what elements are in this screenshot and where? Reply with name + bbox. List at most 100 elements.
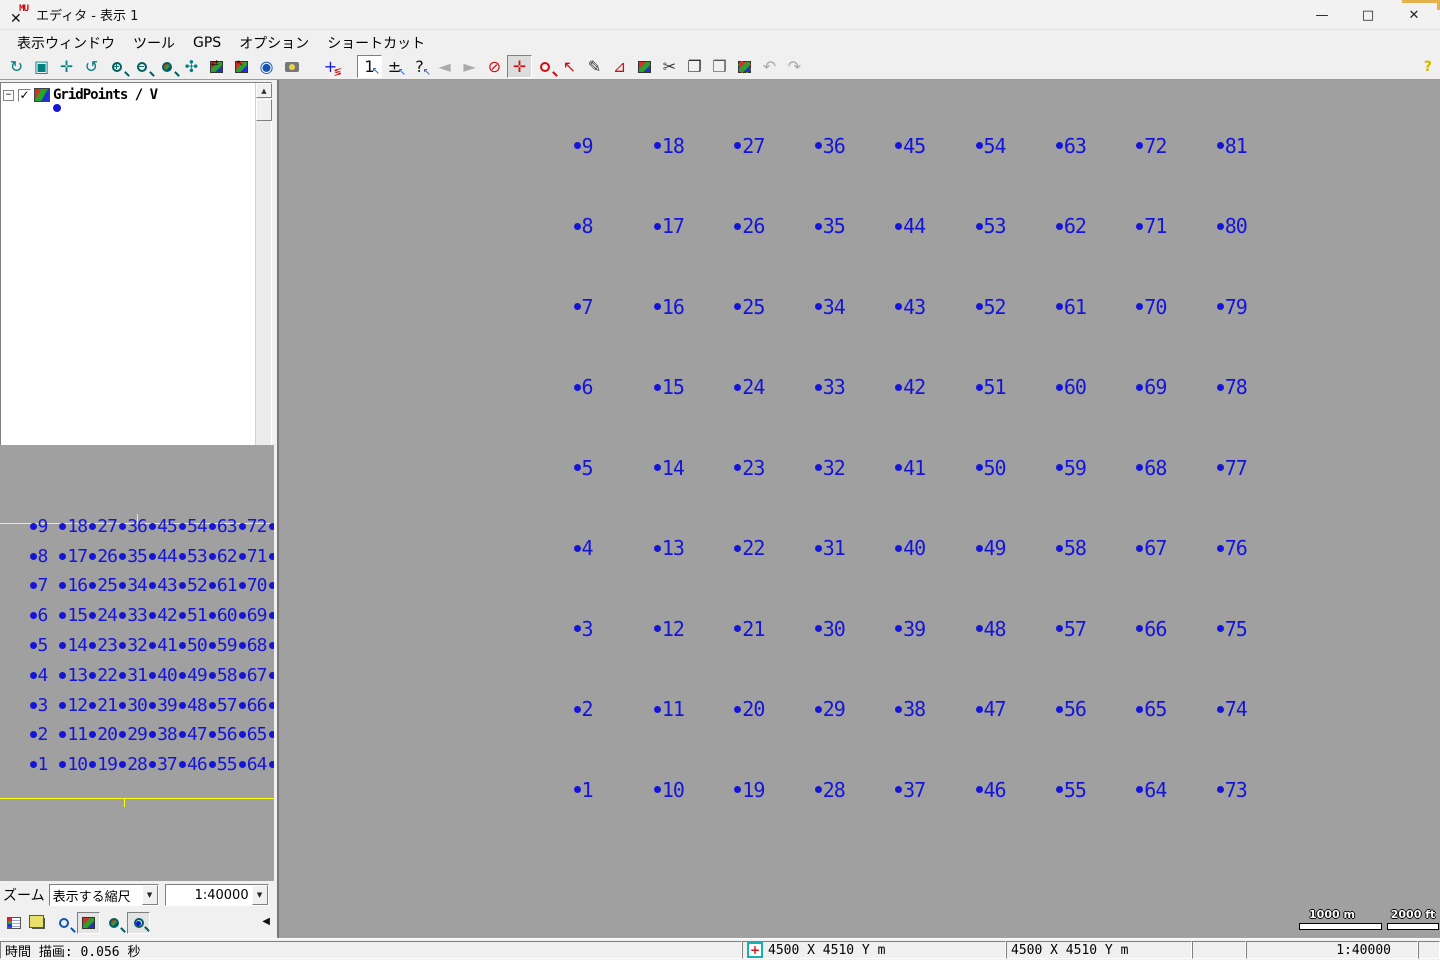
maximize-button[interactable]: □ xyxy=(1345,0,1391,30)
point-dot xyxy=(895,142,902,149)
zoom-in-button[interactable]: + xyxy=(104,55,129,78)
grid-point-9: 9 xyxy=(30,516,48,537)
back-button[interactable]: ◄ xyxy=(432,55,457,78)
point-number: 70 xyxy=(1144,295,1166,319)
zoom-window-button[interactable]: ▣ xyxy=(29,55,54,78)
image-map-button[interactable] xyxy=(632,55,657,78)
grid-point-10: 10 xyxy=(654,778,684,802)
scroll-up-icon[interactable]: ▲ xyxy=(256,83,272,98)
menu-item-0[interactable]: 表示ウィンドウ xyxy=(8,31,124,55)
zoom-extent-button[interactable]: ✣ xyxy=(179,55,204,78)
point-number: 52 xyxy=(187,575,207,596)
previous-view-button[interactable]: ↺ xyxy=(79,55,104,78)
cut-button[interactable]: ✂ xyxy=(657,55,682,78)
point-number: 27 xyxy=(742,134,764,158)
help-button[interactable]: ? xyxy=(1424,54,1432,80)
point-number: 49 xyxy=(187,665,207,686)
cut-icon: ✂ xyxy=(663,59,676,75)
chevron-down-icon[interactable]: ▼ xyxy=(252,885,268,905)
polygon-style-button[interactable] xyxy=(732,55,757,78)
menu-item-3[interactable]: オプション xyxy=(230,31,318,55)
point-dot xyxy=(895,303,902,310)
globe-lock-button[interactable]: ◉ xyxy=(254,55,279,78)
point-number: 35 xyxy=(127,546,147,567)
select-one-button[interactable]: 1↖ xyxy=(357,55,382,78)
overview-map[interactable]: 9182736455463728181726354453627180716253… xyxy=(0,445,274,881)
layer-tree-item[interactable]: − ✓ GridPoints / V xyxy=(3,86,157,104)
select-tool-button[interactable]: ↖ xyxy=(557,55,582,78)
scrollbar-thumb[interactable] xyxy=(256,99,272,121)
magnify-map-button[interactable] xyxy=(102,912,125,934)
grid-point-57: 57 xyxy=(1056,617,1086,641)
zoom-layer-button[interactable] xyxy=(154,55,179,78)
point-dot xyxy=(1056,545,1063,552)
map-select-button[interactable]: ↖ xyxy=(229,55,254,78)
select-help-button[interactable]: ?↖ xyxy=(407,55,432,78)
pencil-button[interactable]: ✎ xyxy=(582,55,607,78)
scale-select[interactable]: 1:40000 ▼ xyxy=(165,884,269,906)
zoom-out-button[interactable]: − xyxy=(129,55,154,78)
layers-button[interactable] xyxy=(27,912,50,934)
zoom-tool-button[interactable] xyxy=(532,55,557,78)
find-button[interactable] xyxy=(52,912,75,934)
add-measure-button[interactable]: +≶ xyxy=(318,55,343,78)
chevron-down-icon[interactable]: ▼ xyxy=(142,885,158,905)
grid-point-54: 54 xyxy=(976,134,1006,158)
legend-list-button[interactable] xyxy=(2,912,25,934)
point-dot xyxy=(976,223,983,230)
tree-vertical-scrollbar[interactable]: ▲ ▼ xyxy=(255,83,271,503)
zoom-in-icon: + xyxy=(112,62,122,72)
pan-view-button[interactable]: ✛ xyxy=(54,55,79,78)
cancel-button[interactable]: ⊘ xyxy=(482,55,507,78)
camera-button[interactable] xyxy=(279,55,304,78)
point-number: 12 xyxy=(662,617,684,641)
measure-button[interactable]: ⊿ xyxy=(607,55,632,78)
overview-map-button[interactable] xyxy=(77,912,100,934)
pan-tool-button[interactable]: ✛ xyxy=(507,55,532,78)
point-dot xyxy=(149,523,156,530)
menu-item-2[interactable]: GPS xyxy=(184,33,230,53)
forward-button[interactable]: ► xyxy=(457,55,482,78)
minimize-button[interactable]: — xyxy=(1299,0,1345,30)
close-button[interactable]: ✕ xyxy=(1391,0,1437,30)
grid-point-7: 7 xyxy=(30,575,48,596)
draw-time-status: 時間 描画: 0.056 秒 xyxy=(0,941,742,959)
grid-point-56: 56 xyxy=(209,724,237,745)
map-canvas[interactable]: 1000 m 2000 ft 9182736455463728181726354… xyxy=(277,80,1440,938)
menu-item-1[interactable]: ツール xyxy=(124,31,184,55)
scalebar-imperial: 2000 ft xyxy=(1387,908,1439,930)
zoom-mode-select[interactable]: 表示する縮尺 ▼ xyxy=(49,884,159,906)
point-number: 38 xyxy=(157,724,177,745)
grid-point-39: 39 xyxy=(895,617,925,641)
menu-item-4[interactable]: ショートカット xyxy=(318,31,434,55)
point-dot xyxy=(1136,142,1143,149)
point-number: 51 xyxy=(187,605,207,626)
grid-point-12: 12 xyxy=(59,695,87,716)
redraw-button[interactable]: ↻ xyxy=(4,55,29,78)
layer-tree[interactable]: − ✓ GridPoints / V ▲ ▼ xyxy=(0,82,272,504)
copy-button[interactable]: ❐ xyxy=(682,55,707,78)
point-dot xyxy=(654,545,661,552)
grid-point-2: 2 xyxy=(30,724,48,745)
select-plusminus-button[interactable]: ±↖ xyxy=(382,55,407,78)
app-icon: MU ✕ xyxy=(10,6,28,24)
point-number: 67 xyxy=(247,665,267,686)
point-number: 15 xyxy=(67,605,87,626)
point-number: 74 xyxy=(1225,697,1247,721)
panel-collapse-arrow-icon[interactable]: ◀ xyxy=(262,916,270,927)
layer-visibility-checkbox[interactable]: ✓ xyxy=(18,89,31,102)
undo-button[interactable]: ↶ xyxy=(757,55,782,78)
grid-point-45: 45 xyxy=(895,134,925,158)
redo-button[interactable]: ↷ xyxy=(782,55,807,78)
grid-point-74: 74 xyxy=(1217,697,1247,721)
tree-collapse-icon[interactable]: − xyxy=(3,90,14,101)
grid-point-3: 3 xyxy=(574,617,593,641)
paste-button[interactable]: ❒ xyxy=(707,55,732,78)
point-dot xyxy=(976,786,983,793)
point-number: 50 xyxy=(187,635,207,656)
map-swap-button[interactable]: ⇄ xyxy=(204,55,229,78)
zoom-point-button[interactable] xyxy=(127,912,150,934)
point-number: 76 xyxy=(1225,536,1247,560)
point-number: 7 xyxy=(582,295,593,319)
grid-point-59: 59 xyxy=(209,635,237,656)
